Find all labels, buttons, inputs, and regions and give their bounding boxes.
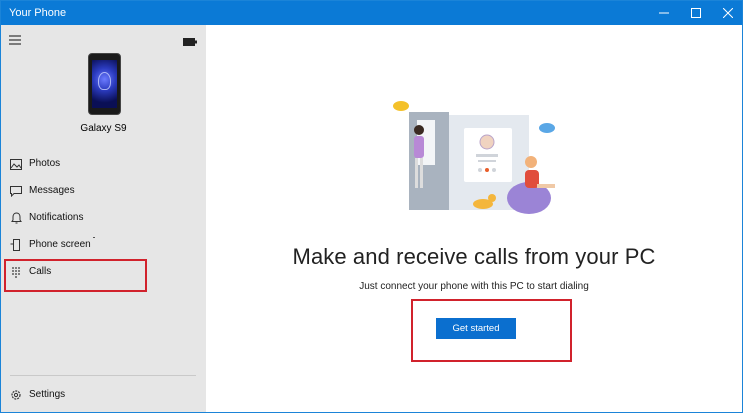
photos-icon [10, 158, 22, 170]
window-title: Your Phone [9, 7, 67, 19]
minimize-icon [659, 12, 669, 14]
wallpaper-logo-icon [98, 72, 111, 90]
sidebar-item-label: Notifications [29, 212, 84, 223]
sidebar-divider [10, 375, 196, 376]
hamburger-icon [9, 35, 21, 45]
gear-icon [10, 389, 22, 401]
app-window: Your Phone Galaxy S9 Photos Messages Not… [0, 0, 743, 413]
device-name: Galaxy S9 [80, 123, 127, 134]
maximize-button[interactable] [680, 1, 712, 25]
phone-screen-icon [10, 239, 22, 251]
sidebar-item-phone-screen[interactable]: Phone screen [1, 234, 206, 256]
annotation-box-get-started [411, 299, 572, 362]
close-button[interactable] [712, 1, 742, 25]
sidebar-item-photos[interactable]: Photos [1, 153, 206, 175]
close-icon [723, 8, 733, 18]
sidebar-item-label: Messages [29, 185, 75, 196]
sidebar: Galaxy S9 Photos Messages Notifications … [1, 25, 206, 412]
sidebar-item-notifications[interactable]: Notifications [1, 207, 206, 229]
maximize-icon [691, 8, 701, 18]
annotation-box-calls [4, 259, 147, 292]
battery-icon [183, 33, 197, 51]
page-headline: Make and receive calls from your PC [292, 244, 656, 269]
sidebar-item-messages[interactable]: Messages [1, 180, 206, 202]
calls-illustration [393, 101, 555, 214]
sidebar-item-label: Photos [29, 158, 61, 169]
sidebar-item-label: Phone screen [29, 239, 91, 250]
hamburger-menu-button[interactable] [9, 32, 23, 45]
page-subtext: Just connect your phone with this PC to … [359, 281, 589, 292]
beta-indicator [93, 237, 95, 238]
settings-label: Settings [29, 389, 66, 400]
minimize-button[interactable] [648, 1, 680, 25]
phone-image [88, 53, 121, 115]
bell-icon [10, 212, 22, 224]
title-bar[interactable]: Your Phone [1, 1, 742, 25]
messages-icon [10, 185, 22, 197]
phone-wallpaper [92, 60, 117, 108]
sidebar-item-settings[interactable]: Settings [1, 384, 206, 406]
